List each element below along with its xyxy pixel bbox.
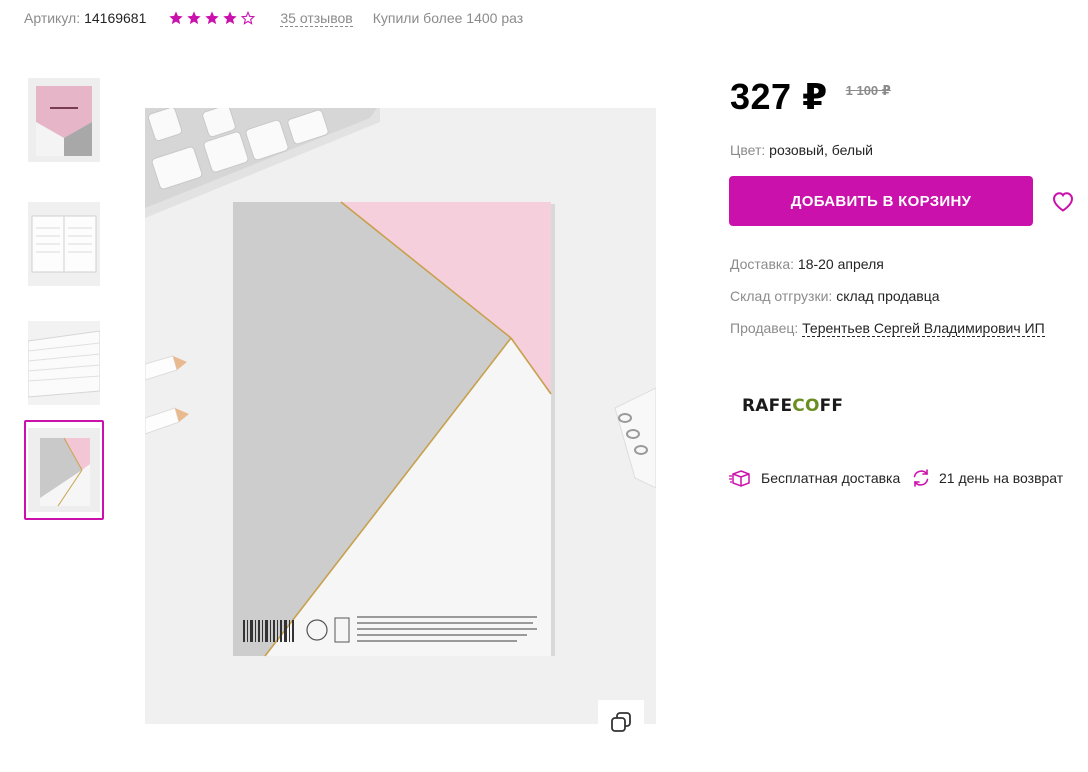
product-main-image[interactable]	[145, 108, 656, 724]
zoom-button[interactable]	[598, 700, 644, 744]
star-filled-icon	[187, 11, 202, 25]
warehouse-value: склад продавца	[836, 288, 940, 304]
heart-icon	[1052, 192, 1074, 212]
reviews-link[interactable]: 35 отзывов	[280, 10, 353, 27]
thumbnail-image	[28, 202, 100, 286]
warehouse-info: Склад отгрузки: склад продавца	[730, 288, 940, 304]
return-text: 21 день на возврат	[939, 470, 1064, 486]
thumbnail-cover-front[interactable]	[24, 70, 104, 170]
color-label: Цвет:	[730, 142, 766, 158]
product-meta-row: Артикул: 14169681 35 отзывов Купили боле…	[24, 9, 523, 27]
favorite-button[interactable]	[1048, 186, 1078, 216]
sku-label: Артикул:	[24, 10, 81, 26]
brand-logo[interactable]: RAFECOFF	[742, 396, 843, 416]
thumbnail-image	[28, 78, 100, 162]
free-delivery-feature: Бесплатная доставка	[729, 468, 900, 488]
brand-logo-part: RAFE	[742, 396, 793, 416]
current-price: 327 ₽	[730, 76, 828, 117]
price-block: 327 ₽ 1 100 ₽	[730, 76, 891, 118]
star-filled-icon	[205, 11, 220, 25]
seller-link[interactable]: Терентьев Сергей Владимирович ИП	[802, 320, 1045, 337]
return-feature: 21 день на возврат	[911, 468, 1063, 488]
star-filled-icon	[223, 11, 238, 25]
thumbnail-image	[28, 321, 100, 405]
copy-squares-icon	[611, 712, 631, 732]
seller-label: Продавец:	[730, 320, 799, 336]
bought-count: Купили более 1400 раз	[372, 10, 524, 26]
star-empty-icon	[241, 10, 256, 25]
thumbnail-cover-back[interactable]	[24, 420, 104, 520]
seller-info: Продавец: Терентьев Сергей Владимирович …	[730, 320, 1045, 337]
old-price: 1 100 ₽	[845, 83, 891, 98]
delivery-info: Доставка: 18-20 апреля	[730, 256, 884, 272]
add-to-cart-button[interactable]: ДОБАВИТЬ В КОРЗИНУ	[729, 176, 1033, 226]
thumbnail-page-edges[interactable]	[24, 313, 104, 413]
brand-logo-part: FF	[819, 396, 844, 416]
rating-stars[interactable]	[168, 10, 256, 26]
color-value: розовый, белый	[769, 142, 873, 158]
warehouse-label: Склад отгрузки:	[730, 288, 833, 304]
free-delivery-text: Бесплатная доставка	[761, 470, 901, 486]
sku-value: 14169681	[84, 10, 147, 26]
notebook-back-cover	[233, 201, 555, 657]
delivery-label: Доставка:	[730, 256, 795, 272]
brand-logo-part: CO	[792, 396, 820, 416]
thumbnail-open-pages[interactable]	[24, 194, 104, 294]
star-filled-icon	[169, 11, 184, 25]
color-info: Цвет: розовый, белый	[730, 142, 873, 158]
delivery-value: 18-20 апреля	[797, 256, 884, 272]
delivery-box-icon	[729, 470, 750, 487]
refresh-arrows-icon	[913, 469, 929, 487]
thumbnail-image	[28, 428, 100, 512]
